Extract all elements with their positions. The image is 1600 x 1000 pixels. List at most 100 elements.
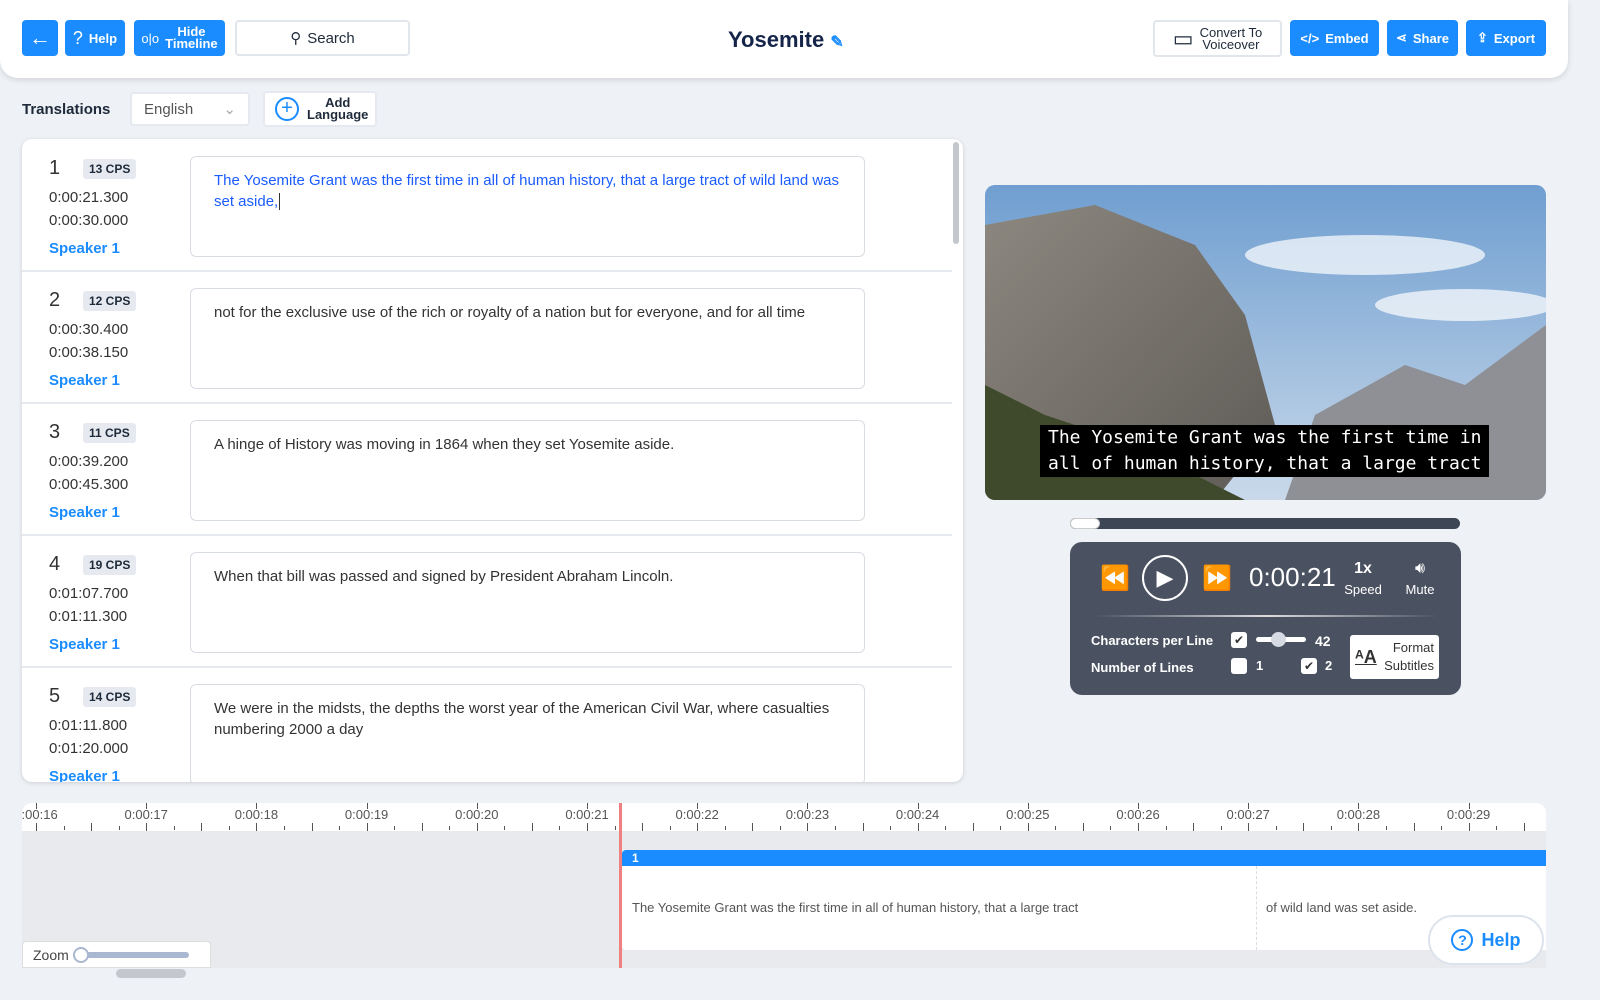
add-language-button[interactable]: + Add Language: [263, 91, 377, 127]
speaker-link[interactable]: Speaker 1: [49, 504, 120, 521]
embed-button[interactable]: </> Embed: [1290, 20, 1379, 56]
end-time[interactable]: 0:01:11.300: [49, 608, 127, 625]
ruler-tick: [834, 826, 836, 830]
zoom-slider[interactable]: [72, 946, 189, 963]
ruler-tick: [1275, 826, 1277, 830]
ruler-tick: [862, 823, 864, 831]
segment-text-2: of wild land was set aside.: [1266, 900, 1418, 915]
subtitle-item[interactable]: 3 11 CPS 0:00:39.200 0:00:45.300 Speaker…: [22, 403, 952, 536]
segment-header: 1: [622, 850, 1546, 866]
ruler-tick: [91, 823, 93, 831]
subtitle-text-field[interactable]: not for the exclusive use of the rich or…: [190, 288, 865, 389]
ruler-label: 0:00:25: [1006, 807, 1050, 822]
subtitle-text-field[interactable]: When that bill was passed and signed by …: [190, 552, 865, 653]
timeline-scrollbar-thumb[interactable]: [116, 969, 186, 978]
divider: [1095, 615, 1438, 617]
speaker-link[interactable]: Speaker 1: [49, 768, 120, 782]
language-value: English: [144, 100, 194, 118]
export-label: Export: [1493, 30, 1536, 46]
ruler-tick: [146, 823, 148, 831]
video-preview[interactable]: The Yosemite Grant was the first time in…: [985, 185, 1546, 500]
ruler-tick: [118, 826, 120, 830]
ruler-tick: [201, 823, 203, 831]
upload-icon: ⇪: [1476, 30, 1488, 45]
subtitle-text-field[interactable]: We were in the midsts, the depths the wo…: [190, 684, 865, 782]
subtitle-item[interactable]: 2 12 CPS 0:00:30.400 0:00:38.150 Speaker…: [22, 271, 952, 404]
subtitle-list: 1 13 CPS 0:00:21.300 0:00:30.000 Speaker…: [22, 139, 963, 782]
format-subtitles-button[interactable]: ᴬA Format Subtitles: [1350, 635, 1439, 679]
ruler-label: 0:00:21: [565, 807, 609, 822]
help-button[interactable]: ? Help: [65, 20, 125, 56]
play-icon: ▶: [1156, 565, 1174, 590]
translations-label: Translations: [22, 100, 111, 118]
end-time[interactable]: 0:01:20.000: [49, 740, 128, 757]
cpl-checkbox[interactable]: ✔: [1231, 632, 1247, 648]
end-time[interactable]: 0:00:45.300: [49, 476, 128, 493]
ruler-tick: [807, 823, 809, 831]
ruler-tick: [752, 823, 754, 831]
ruler-tick: [1055, 826, 1057, 830]
cps-badge: 19 CPS: [83, 555, 137, 575]
rewind-icon[interactable]: ⏪: [1100, 564, 1130, 593]
ruler-tick: [972, 823, 974, 831]
ruler-tick: [1193, 823, 1195, 831]
ruler-tick: [283, 826, 285, 830]
two-lines-checkbox[interactable]: ✔: [1301, 658, 1317, 674]
slider-thumb[interactable]: [1271, 632, 1286, 647]
language-select[interactable]: English ⌄: [130, 92, 250, 126]
subtitle-item[interactable]: 5 14 CPS 0:01:11.800 0:01:20.000 Speaker…: [22, 667, 952, 782]
cps-badge: 13 CPS: [83, 159, 137, 179]
convert-voiceover-button[interactable]: ▭ Convert To Voiceover: [1153, 20, 1282, 57]
translations-row: Translations English ⌄ + Add Language: [22, 91, 377, 127]
end-time[interactable]: 0:00:38.150: [49, 344, 128, 361]
mute-button[interactable]: 🔊︎ Mute: [1400, 560, 1440, 597]
subtitles-label: Subtitles: [1384, 658, 1434, 673]
back-button[interactable]: ←: [22, 20, 58, 56]
two-lines-label: 2: [1325, 658, 1333, 673]
ruler-label: 0:00:17: [124, 807, 168, 822]
share-button[interactable]: ⋖ Share: [1387, 20, 1458, 56]
edit-icon[interactable]: ✎: [830, 34, 843, 51]
speaker-link[interactable]: Speaker 1: [49, 372, 120, 389]
ruler-tick: [394, 826, 396, 830]
speaker-link[interactable]: Speaker 1: [49, 240, 120, 257]
play-button[interactable]: ▶: [1142, 555, 1188, 601]
video-progress-bar[interactable]: [1070, 518, 1460, 529]
subtitle-text-field[interactable]: A hinge of History was moving in 1864 wh…: [190, 420, 865, 521]
speed-button[interactable]: 1x Speed: [1342, 560, 1384, 597]
search-button[interactable]: ⚲ Search: [235, 20, 410, 56]
start-time[interactable]: 0:00:21.300: [49, 189, 128, 206]
hide-timeline-button[interactable]: o|o Hide Timeline: [134, 20, 225, 56]
speaker-link[interactable]: Speaker 1: [49, 636, 120, 653]
playhead[interactable]: [619, 803, 622, 968]
ruler-label: 0:00:28: [1336, 807, 1381, 822]
ruler-tick: [504, 826, 506, 830]
subtitle-text-field[interactable]: The Yosemite Grant was the first time in…: [190, 156, 865, 257]
fast-forward-icon[interactable]: ⏩: [1202, 564, 1232, 593]
cpl-slider[interactable]: [1256, 632, 1306, 647]
list-scrollbar[interactable]: [953, 142, 959, 244]
timeline[interactable]: 0:00:16 0:00:17 0:00:18 0:00:19 0:00:20 0:00:…: [22, 803, 1546, 968]
ruler-tick: [945, 826, 947, 830]
subtitle-item[interactable]: 4 19 CPS 0:01:07.700 0:01:11.300 Speaker…: [22, 535, 952, 668]
progress-fill: [1070, 518, 1100, 529]
zoom-thumb[interactable]: [72, 946, 89, 963]
export-button[interactable]: ⇪ Export: [1466, 20, 1546, 56]
ruler-tick: [1413, 823, 1415, 831]
start-time[interactable]: 0:01:07.700: [49, 585, 128, 602]
start-time[interactable]: 0:01:11.800: [49, 717, 127, 734]
subtitle-segment[interactable]: 1 The Yosemite Grant was the first time …: [622, 850, 1546, 950]
ruler-tick: [476, 823, 478, 831]
end-time[interactable]: 0:00:30.000: [49, 212, 128, 229]
start-time[interactable]: 0:00:39.200: [49, 453, 128, 470]
timeline-ruler[interactable]: 0:00:16 0:00:17 0:00:18 0:00:19 0:00:20 0:00:…: [22, 803, 1546, 831]
start-time[interactable]: 0:00:30.400: [49, 321, 128, 338]
subtitle-number: 3: [49, 421, 61, 443]
plus-circle-icon: +: [275, 97, 299, 121]
one-line-checkbox[interactable]: [1231, 658, 1247, 674]
subtitle-text: When that bill was passed and signed by …: [214, 568, 674, 585]
subtitle-item[interactable]: 1 13 CPS 0:00:21.300 0:00:30.000 Speaker…: [22, 139, 952, 272]
ruler-tick: [917, 823, 919, 831]
ruler-tick: [1082, 823, 1084, 831]
help-floating-button[interactable]: ? Help: [1428, 915, 1544, 965]
